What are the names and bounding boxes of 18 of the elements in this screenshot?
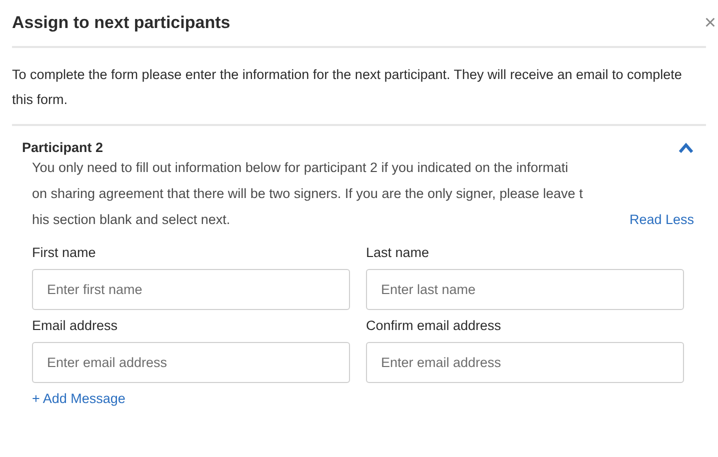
field-label: Last name [366,244,430,262]
input-field[interactable]: Enter email address [32,342,350,383]
add-message-link[interactable]: + Add Message [32,391,126,406]
field-label: Email address [32,317,118,335]
read-less-link[interactable]: Read Less [629,207,694,233]
collapse-chevron-icon[interactable] [678,142,694,154]
field-label: First name [32,244,96,262]
intro-text: To complete the form please enter the information for the next participant. They will receive an email to complete this form. [12,48,706,126]
description-text: You only need to fill out information below for participant 2 if you indicated on the informati [32,159,568,177]
dialog-title: Assign to next participants [12,13,230,33]
input-field[interactable]: Enter email address [366,342,684,383]
section-title: Participant 2 [22,140,104,155]
field-label: Confirm email address [366,317,502,335]
input-field[interactable]: Enter first name [32,269,350,310]
input-field[interactable]: Enter last name [366,269,684,310]
description-text: on sharing agreement that there will be two signers. If you are the only signer, please leave t [32,185,583,203]
description-text: his section blank and select next. [32,211,230,229]
close-button[interactable]: × [704,12,716,34]
